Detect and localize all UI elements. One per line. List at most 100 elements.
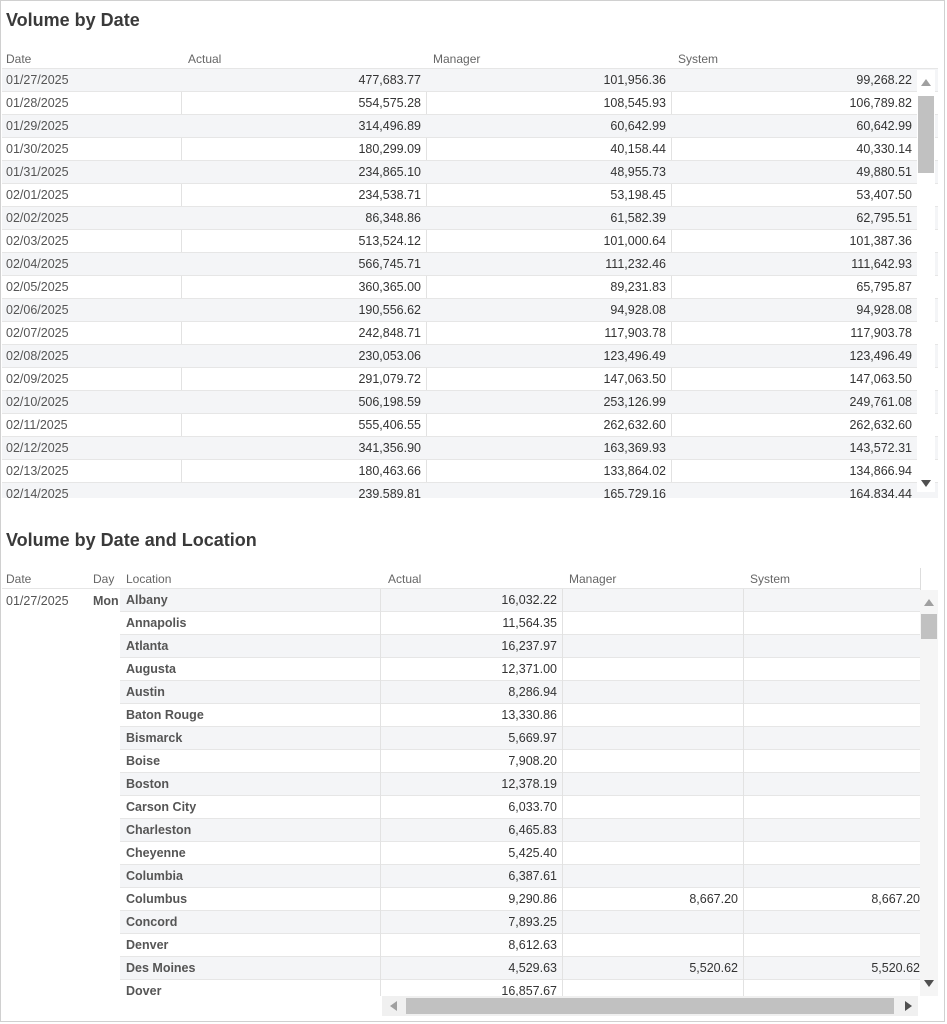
cell-system: 143,572.31 (849, 441, 912, 455)
cell-actual: 16,032.22 (501, 593, 557, 607)
scroll-up-icon[interactable] (921, 79, 931, 86)
column-header-manager[interactable]: Manager (433, 52, 480, 66)
panel-title-volume-by-date-and-location: Volume by Date and Location (6, 530, 257, 550)
table-row[interactable]: Boise 7,908.20 (120, 750, 920, 773)
table-row[interactable]: Columbia 6,387.61 (120, 865, 920, 888)
table-row[interactable]: 01/30/2025 180,299.09 40,158.44 40,330.14 (2, 138, 938, 161)
cell-date: 02/05/2025 (6, 280, 69, 294)
column-header-system[interactable]: System (750, 572, 790, 586)
cell-location: Atlanta (126, 639, 169, 653)
scroll-up-icon[interactable] (924, 599, 934, 606)
scroll-down-icon[interactable] (921, 480, 931, 487)
cell-system: 94,928.08 (856, 303, 912, 317)
table-row[interactable]: 02/08/2025 230,053.06 123,496.49 123,496.49 (2, 345, 938, 368)
cell-system: 60,642.99 (856, 119, 912, 133)
table-row[interactable]: 01/27/2025 477,683.77 101,956.36 99,268.22 (2, 69, 938, 92)
table-row[interactable]: 02/03/2025 513,524.12 101,000.64 101,387.36 (2, 230, 938, 253)
table-row[interactable]: Annapolis 11,564.35 (120, 612, 920, 635)
cell-manager (562, 934, 738, 956)
scroll-down-icon[interactable] (924, 980, 934, 987)
cell-actual: 341,356.90 (358, 441, 421, 455)
cell-manager: 101,956.36 (603, 73, 666, 87)
cell-manager (562, 589, 738, 611)
cell-system: 117,903.78 (850, 326, 912, 340)
table-row[interactable]: Columbus 9,290.86 8,667.20 8,667.20 (120, 888, 920, 911)
scrollbar-thumb[interactable] (918, 96, 934, 173)
column-header-actual[interactable]: Actual (188, 52, 221, 66)
table-row[interactable]: Cheyenne 5,425.40 (120, 842, 920, 865)
table-row[interactable]: 02/05/2025 360,365.00 89,231.83 65,795.87 (2, 276, 938, 299)
cell-actual: 314,496.89 (358, 119, 421, 133)
cell-system: 40,330.14 (856, 142, 912, 156)
column-header-location[interactable]: Location (126, 572, 171, 586)
cell-date: 02/07/2025 (6, 326, 69, 340)
cell-manager: 94,928.08 (610, 303, 666, 317)
table-row[interactable]: Albany 16,032.22 (120, 589, 920, 612)
cell-actual: 12,378.19 (501, 777, 557, 791)
table-row[interactable]: Denver 8,612.63 (120, 934, 920, 957)
cell-system (743, 934, 920, 956)
cell-actual: 86,348.86 (365, 211, 421, 225)
scrollbar-thumb[interactable] (921, 614, 937, 639)
table-row[interactable]: Concord 7,893.25 (120, 911, 920, 934)
column-divider (743, 589, 744, 996)
horizontal-scrollbar[interactable] (382, 996, 918, 1016)
table-row[interactable]: Carson City 6,033.70 (120, 796, 920, 819)
cell-system: 65,795.87 (856, 280, 912, 294)
scrollbar-thumb[interactable] (406, 998, 894, 1014)
table-row[interactable]: 02/09/2025 291,079.72 147,063.50 147,063.50 (2, 368, 938, 391)
cell-manager: 133,864.02 (603, 464, 666, 478)
cell-system: 106,789.82 (849, 96, 912, 110)
cell-manager (562, 911, 738, 933)
table-row[interactable]: 02/14/2025 239,589.81 165,729.16 164,834.44 (2, 483, 938, 498)
group-date: 01/27/2025 (6, 594, 69, 608)
column-header-manager[interactable]: Manager (569, 572, 616, 586)
table-row[interactable]: 02/02/2025 86,348.86 61,582.39 62,795.51 (2, 207, 938, 230)
table-row[interactable]: Boston 12,378.19 (120, 773, 920, 796)
column-header-date[interactable]: Date (6, 52, 31, 66)
table-row[interactable]: 02/01/2025 234,538.71 53,198.45 53,407.50 (2, 184, 938, 207)
cell-actual: 7,908.20 (508, 754, 557, 768)
table-row[interactable]: Des Moines 4,529.63 5,520.62 5,520.62 (120, 957, 920, 980)
cell-actual: 9,290.86 (508, 892, 557, 906)
column-header-system[interactable]: System (678, 52, 718, 66)
column-header-day[interactable]: Day (93, 572, 114, 586)
table-row[interactable]: Dover 16,857.67 (120, 980, 920, 996)
vertical-scrollbar[interactable] (917, 70, 935, 492)
cell-actual: 513,524.12 (358, 234, 421, 248)
scroll-left-icon[interactable] (390, 1001, 397, 1011)
table-header: Date Day Location Actual Manager System (2, 568, 920, 589)
cell-actual: 360,365.00 (358, 280, 421, 294)
table-row[interactable]: 02/11/2025 555,406.55 262,632.60 262,632.60 (2, 414, 938, 437)
table-row[interactable]: 02/04/2025 566,745.71 111,232.46 111,642.93 (2, 253, 938, 276)
cell-system: 99,268.22 (856, 73, 912, 87)
cell-system: 49,880.51 (856, 165, 912, 179)
panel-title-volume-by-date: Volume by Date (6, 10, 140, 30)
table-row[interactable]: 01/29/2025 314,496.89 60,642.99 60,642.99 (2, 115, 938, 138)
cell-manager (562, 819, 738, 841)
table-row[interactable]: 01/28/2025 554,575.28 108,545.93 106,789.82 (2, 92, 938, 115)
table-row[interactable]: 02/12/2025 341,356.90 163,369.93 143,572.31 (2, 437, 938, 460)
table-row[interactable]: 02/10/2025 506,198.59 253,126.99 249,761.08 (2, 391, 938, 414)
cell-actual: 180,463.66 (358, 464, 421, 478)
column-header-date[interactable]: Date (6, 572, 31, 586)
cell-date: 02/03/2025 (6, 234, 69, 248)
table-row[interactable]: Bismarck 5,669.97 (120, 727, 920, 750)
cell-location: Des Moines (126, 961, 196, 975)
table-row[interactable]: Atlanta 16,237.97 (120, 635, 920, 658)
table-row[interactable]: 01/31/2025 234,865.10 48,955.73 49,880.51 (2, 161, 938, 184)
table-row[interactable]: Augusta 12,371.00 (120, 658, 920, 681)
cell-manager: 8,667.20 (689, 892, 738, 906)
volume-by-date-table: Date Actual Manager System 01/27/2025 477… (2, 48, 938, 498)
table-row[interactable]: 02/07/2025 242,848.71 117,903.78 117,903.78 (2, 322, 938, 345)
table-row[interactable]: 02/13/2025 180,463.66 133,864.02 134,866.94 (2, 460, 938, 483)
table-row[interactable]: Austin 8,286.94 (120, 681, 920, 704)
vertical-scrollbar[interactable] (920, 590, 938, 996)
cell-date: 02/14/2025 (6, 487, 69, 498)
scroll-right-icon[interactable] (905, 1001, 912, 1011)
table-row[interactable]: Charleston 6,465.83 (120, 819, 920, 842)
table-row[interactable]: Baton Rouge 13,330.86 (120, 704, 920, 727)
cell-manager: 108,545.93 (603, 96, 666, 110)
table-row[interactable]: 02/06/2025 190,556.62 94,928.08 94,928.08 (2, 299, 938, 322)
column-header-actual[interactable]: Actual (388, 572, 421, 586)
